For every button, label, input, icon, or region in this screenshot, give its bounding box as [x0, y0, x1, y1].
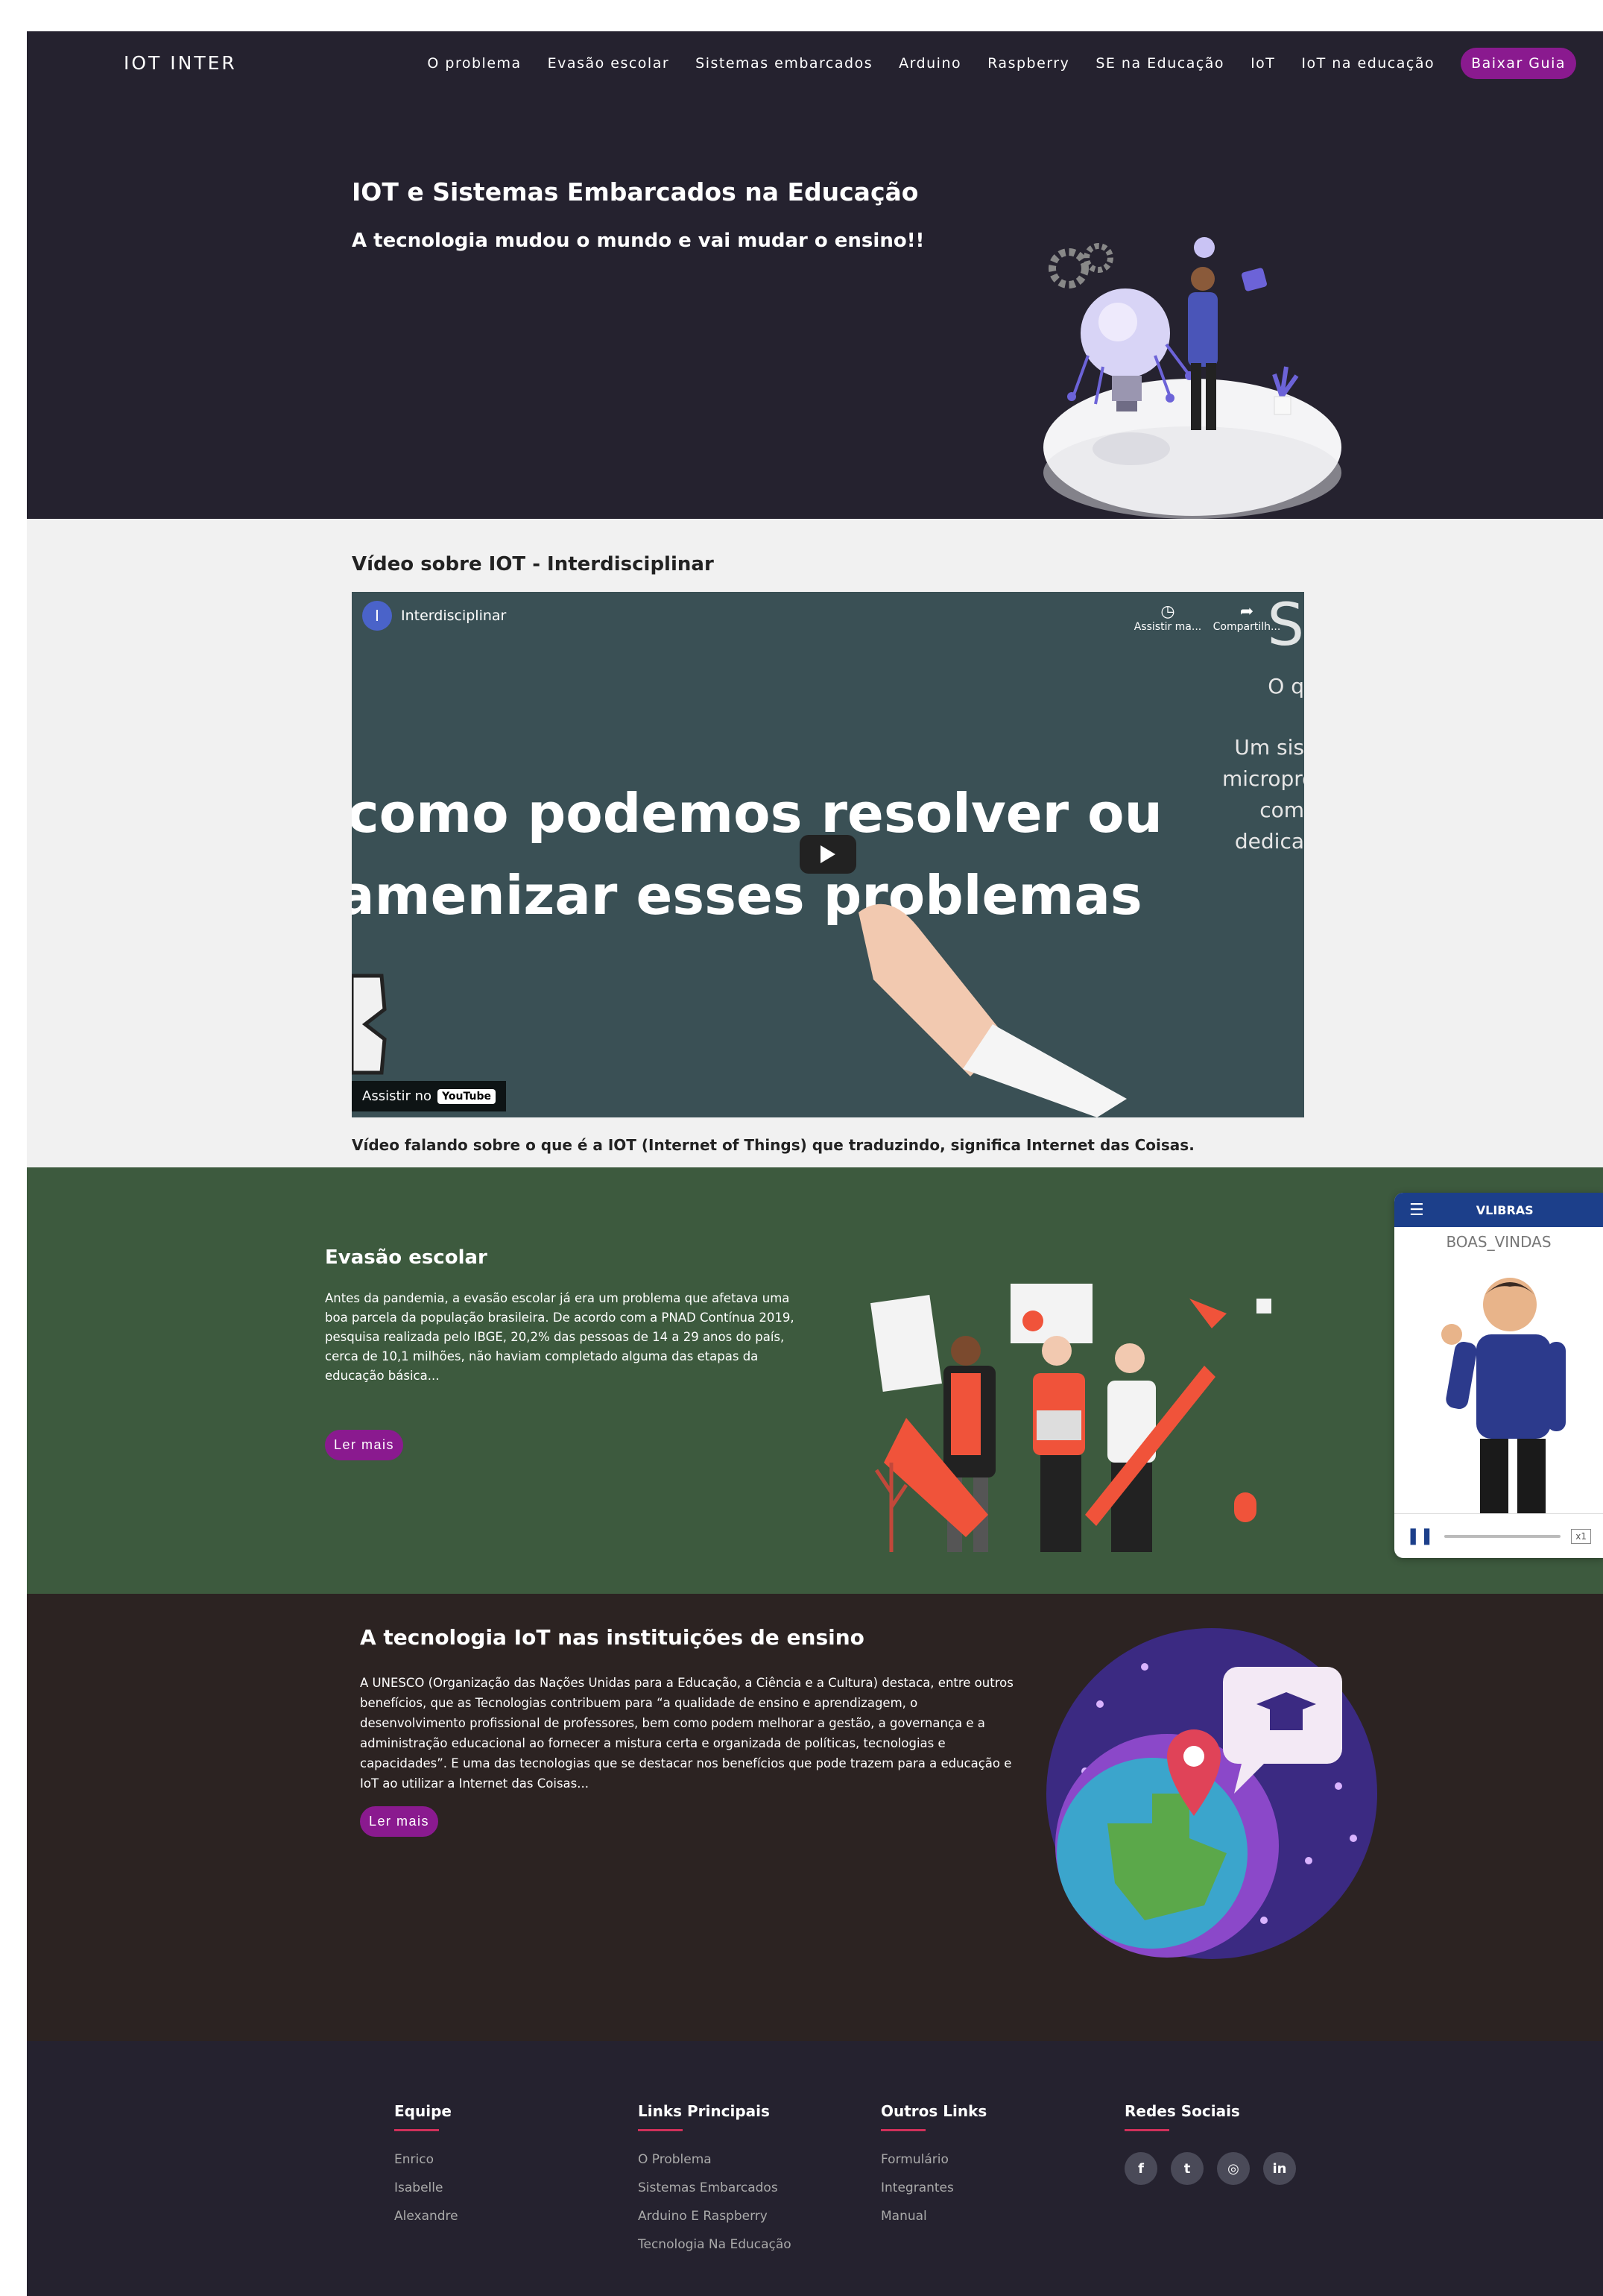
footer-link-integrantes[interactable]: Integrantes	[881, 2180, 987, 2195]
vlibras-title: VLIBRAS	[1476, 1202, 1534, 1217]
evasao-text: Antes da pandemia, a evasão escolar já e…	[325, 1291, 794, 1383]
footer-link-manual[interactable]: Manual	[881, 2209, 987, 2224]
footer-link-formulario[interactable]: Formulário	[881, 2152, 987, 2167]
download-guide-button[interactable]: Baixar Guia	[1461, 48, 1576, 79]
students-illustration	[870, 1284, 1271, 1552]
nav-link-sistemas[interactable]: Sistemas embarcados	[695, 55, 873, 72]
tecnologia-text: A UNESCO (Organização das Nações Unidas …	[360, 1676, 1014, 1791]
hero-section: IOT INTER O problema Evasão escolar Sist…	[27, 31, 1603, 519]
evasao-section: Evasão escolar Antes da pandemia, a evas…	[27, 1167, 1603, 1594]
speed-button[interactable]: x1	[1571, 1528, 1591, 1544]
social-links: f t ◎ in	[1125, 2152, 1296, 2185]
nav-link-raspberry[interactable]: Raspberry	[987, 55, 1069, 72]
footer-heading-redes: Redes Sociais	[1125, 2102, 1240, 2120]
hero-title: IOT e Sistemas Embarcados na Educação	[352, 177, 919, 206]
footer-heading-outros: Outros Links	[881, 2102, 987, 2120]
facebook-icon[interactable]: f	[1125, 2152, 1157, 2185]
video-caption: Vídeo falando sobre o que é a IOT (Inter…	[352, 1136, 1195, 1154]
tecnologia-section: A tecnologia IoT nas instituições de ens…	[27, 1594, 1603, 2041]
evasao-read-more-button[interactable]: Ler mais	[325, 1430, 404, 1460]
nav-link-evasao[interactable]: Evasão escolar	[548, 55, 670, 72]
globe-education-illustration	[1046, 1628, 1377, 1959]
play-icon	[821, 845, 835, 863]
footer-link-tecnologia[interactable]: Tecnologia Na Educação	[638, 2237, 791, 2252]
footer-link-alexandre[interactable]: Alexandre	[394, 2209, 458, 2224]
instagram-icon[interactable]: ◎	[1217, 2152, 1250, 2185]
pause-icon[interactable]: ❚❚	[1406, 1527, 1434, 1545]
footer-underline	[394, 2129, 439, 2131]
twitter-icon[interactable]: t	[1171, 2152, 1204, 2185]
hero-subtitle: A tecnologia mudou o mundo e vai mudar o…	[352, 230, 925, 252]
footer-link-enrico[interactable]: Enrico	[394, 2152, 458, 2167]
footer-link-isabelle[interactable]: Isabelle	[394, 2180, 458, 2195]
vlibras-widget[interactable]: ☰ VLIBRAS BOAS_VINDAS ❚❚ x1	[1394, 1193, 1603, 1558]
footer-link-problema[interactable]: O Problema	[638, 2152, 791, 2167]
watch-on-label: Assistir no	[362, 1088, 432, 1104]
footer-underline	[638, 2129, 683, 2131]
evasao-title: Evasão escolar	[325, 1246, 487, 1269]
video-section: Vídeo sobre IOT - Interdisciplinar I Int…	[27, 519, 1603, 1167]
footer-heading-equipe: Equipe	[394, 2102, 452, 2120]
vlibras-current-word: BOAS_VINDAS	[1446, 1233, 1552, 1251]
main-nav: O problema Evasão escolar Sistemas embar…	[427, 48, 1576, 79]
nav-link-iot-educacao[interactable]: IoT na educação	[1301, 55, 1435, 72]
footer-col-principais: Links Principais O Problema Sistemas Emb…	[638, 2102, 791, 2265]
nav-link-se-educacao[interactable]: SE na Educação	[1095, 55, 1224, 72]
page: IOT INTER O problema Evasão escolar Sist…	[27, 31, 1603, 2296]
nav-link-arduino[interactable]: Arduino	[899, 55, 961, 72]
vlibras-header: ☰ VLIBRAS	[1394, 1193, 1603, 1227]
tecnologia-read-more-button[interactable]: Ler mais	[360, 1806, 439, 1837]
menu-icon[interactable]: ☰	[1409, 1201, 1424, 1220]
footer-link-arduino-raspberry[interactable]: Arduino E Raspberry	[638, 2209, 791, 2224]
youtube-embed[interactable]: I Interdisciplinar ◷ Assistir ma... ➦ Co…	[352, 592, 1304, 1117]
footer-col-outros: Outros Links Formulário Integrantes Manu…	[881, 2102, 987, 2237]
vlibras-controls: ❚❚ x1	[1394, 1513, 1603, 1558]
linkedin-icon[interactable]: in	[1263, 2152, 1296, 2185]
video-section-title: Vídeo sobre IOT - Interdisciplinar	[352, 553, 714, 575]
watch-on-youtube[interactable]: Assistir no YouTube	[352, 1081, 506, 1111]
iot-idea-illustration	[1043, 237, 1341, 519]
footer-col-equipe: Equipe Enrico Isabelle Alexandre	[394, 2102, 458, 2237]
nav-link-problema[interactable]: O problema	[427, 55, 521, 72]
vlibras-progress-track[interactable]	[1444, 1534, 1561, 1538]
youtube-logo-icon: YouTube	[437, 1088, 496, 1104]
tecnologia-title: A tecnologia IoT nas instituições de ens…	[360, 1625, 864, 1650]
footer: Equipe Enrico Isabelle Alexandre Links P…	[27, 2041, 1603, 2296]
footer-col-redes: Redes Sociais f t ◎ in	[1125, 2102, 1296, 2185]
footer-link-sistemas[interactable]: Sistemas Embarcados	[638, 2180, 791, 2195]
play-button[interactable]	[800, 835, 856, 874]
libras-avatar	[1441, 1278, 1566, 1513]
footer-underline	[1125, 2129, 1169, 2131]
brand-logo[interactable]: IOT INTER	[124, 52, 237, 74]
nav-link-iot[interactable]: IoT	[1251, 55, 1275, 72]
footer-underline	[881, 2129, 926, 2131]
footer-heading-principais: Links Principais	[638, 2102, 770, 2120]
